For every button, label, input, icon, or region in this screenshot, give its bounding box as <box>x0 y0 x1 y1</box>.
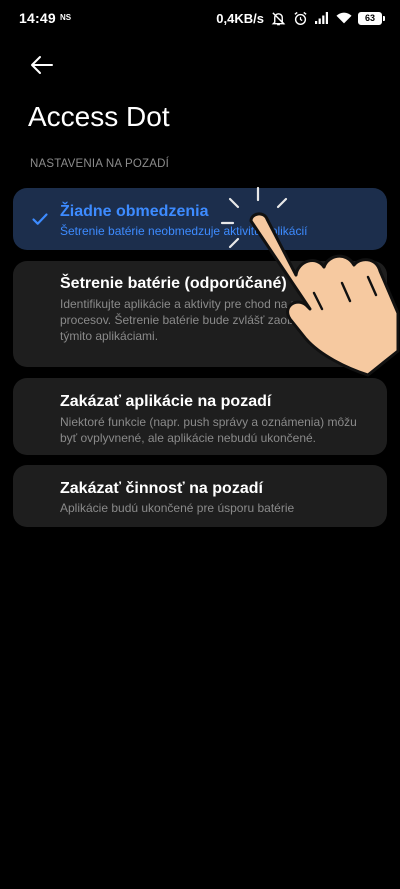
net-speed: 0,4KB/s <box>216 10 264 26</box>
back-button[interactable] <box>26 50 58 80</box>
option-description: Identifikujte aplikácie a aktivity pre c… <box>60 297 347 343</box>
status-icons: 0,4KB/s 63 <box>216 9 385 27</box>
mute-icon <box>270 10 286 26</box>
arrow-left-icon <box>31 56 53 74</box>
battery-icon: 63 <box>358 11 385 25</box>
status-time: 14:49 <box>19 10 56 26</box>
status-bar: 14:49 NS 0,4KB/s 63 <box>0 0 400 36</box>
option-restrict-background-apps[interactable]: Zakázať aplikácie na pozadí Niektoré fun… <box>13 378 387 455</box>
option-description: Šetrenie batérie neobmedzuje aktivitu ap… <box>60 224 308 238</box>
alarm-icon <box>292 10 308 26</box>
carrier-badge: NS <box>60 13 72 22</box>
option-description: Niektoré funkcie (napr. push správy a oz… <box>60 415 357 445</box>
section-header: NASTAVENIA NA POZADÍ <box>30 158 170 170</box>
battery-level: 63 <box>364 13 375 23</box>
option-title: Zakázať činnosť na pozadí <box>60 480 263 497</box>
option-title: Šetrenie batérie (odporúčané) <box>60 275 287 292</box>
option-description: Aplikácie budú ukončené pre úsporu batér… <box>60 501 295 515</box>
option-no-restrictions[interactable]: Žiadne obmedzenia Šetrenie batérie neobm… <box>13 188 387 250</box>
option-title: Žiadne obmedzenia <box>60 203 209 220</box>
option-battery-saver[interactable]: Šetrenie batérie (odporúčané) Identifiku… <box>13 261 387 367</box>
check-icon <box>32 213 48 225</box>
page-title: Access Dot <box>28 101 170 132</box>
option-title: Zakázať aplikácie na pozadí <box>60 393 272 410</box>
wifi-icon <box>336 10 352 26</box>
signal-icon <box>314 10 330 26</box>
option-restrict-background-activity[interactable]: Zakázať činnosť na pozadí Aplikácie budú… <box>13 465 387 527</box>
